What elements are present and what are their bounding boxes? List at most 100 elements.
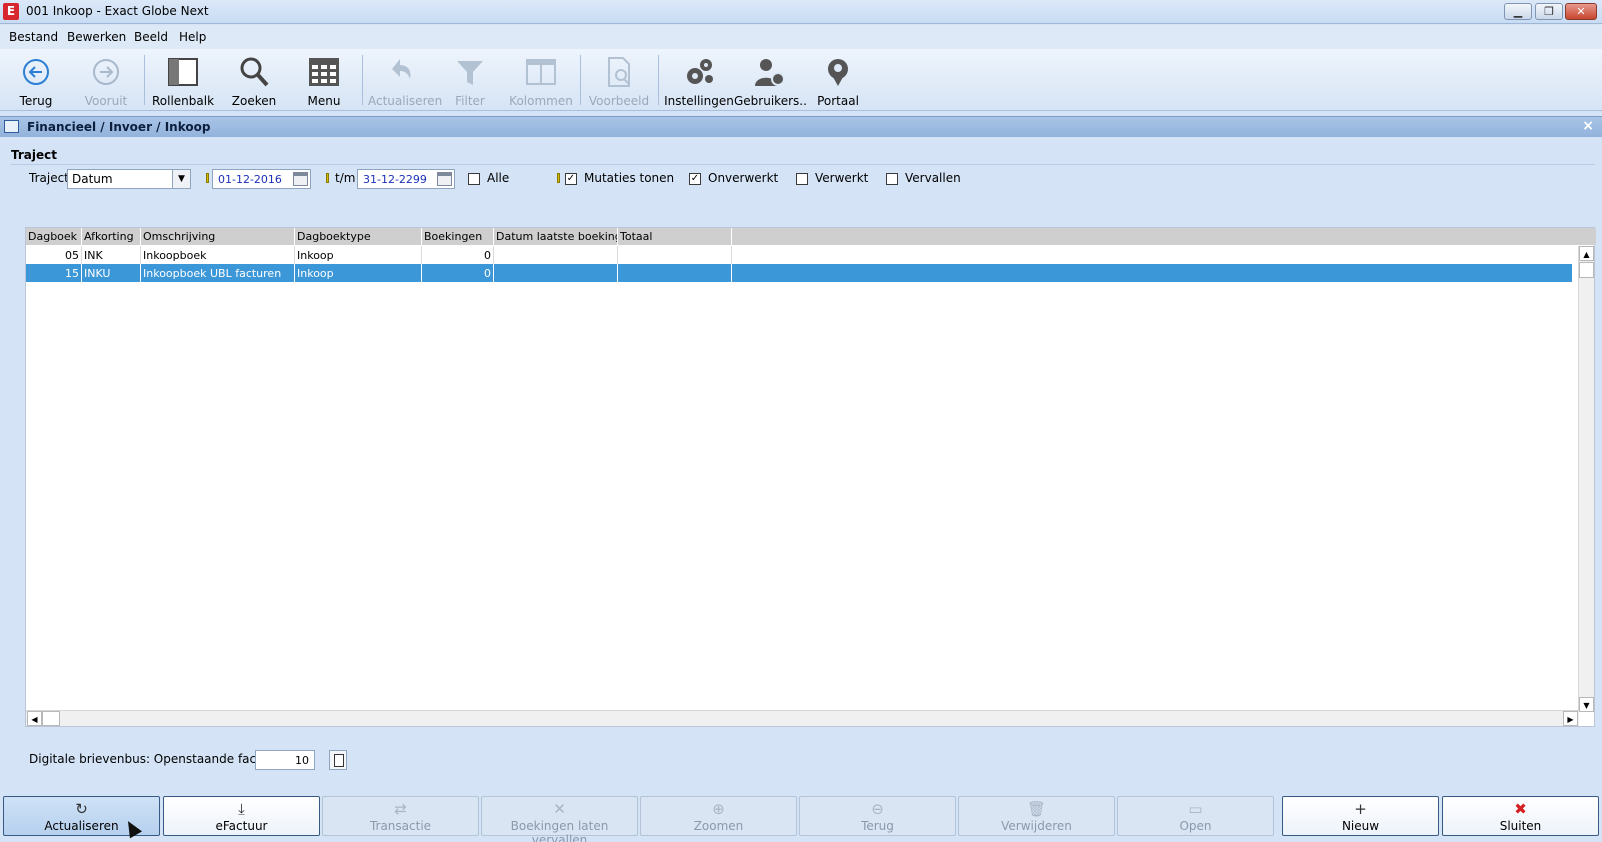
minimize-button[interactable]: ▁: [1504, 3, 1532, 20]
required-marker-icon: [326, 173, 329, 183]
efactuur-button[interactable]: ⤓ eFactuur: [163, 796, 320, 836]
portal-icon: [821, 55, 855, 89]
toolbar: Terug Vooruit Rollenbalk Zoeken Menu Act…: [0, 49, 1602, 111]
refresh-icon: ↻: [75, 800, 88, 818]
toolbar-rollenbalk-label: Rollenbalk: [151, 94, 215, 108]
scroll-thumb[interactable]: [1579, 262, 1594, 278]
scroll-left-icon[interactable]: ◀: [27, 711, 42, 726]
terug-button[interactable]: ⊖ Terug: [799, 796, 956, 836]
onverwerkt-checkbox[interactable]: ✓: [689, 173, 701, 185]
table-row[interactable]: 05 INK Inkoopboek Inkoop 0: [26, 246, 1572, 264]
window-title: 001 Inkoop - Exact Globe Next: [26, 4, 209, 18]
cell-afkorting: INKU: [82, 264, 141, 282]
column-header-dagboektype[interactable]: Dagboektype: [295, 228, 422, 245]
toolbar-vooruit-button[interactable]: Vooruit: [78, 53, 134, 109]
search-icon: [237, 55, 271, 89]
toolbar-instellingen-label: Instellingen: [664, 94, 734, 108]
toolbar-kolommen-button[interactable]: Kolommen: [508, 53, 574, 109]
transactie-label: Transactie: [369, 819, 432, 833]
document-icon[interactable]: [329, 750, 347, 770]
restore-button[interactable]: ❐: [1535, 3, 1563, 20]
required-marker-icon: [557, 173, 560, 183]
open-button[interactable]: ▭ Open: [1117, 796, 1274, 836]
filter-icon: [453, 55, 487, 89]
trash-icon: 🗑: [1026, 800, 1047, 818]
columns-icon: [524, 55, 558, 89]
toolbar-terug-button[interactable]: Terug: [8, 53, 64, 109]
date-from-field[interactable]: 01-12-2016: [212, 169, 311, 189]
section-title-traject: Traject: [11, 148, 57, 162]
brievenbus-label: Digitale brievenbus: Openstaande facture…: [29, 752, 289, 766]
handshake-icon: ⇄: [394, 800, 407, 818]
column-header-datum-laatste-boeking[interactable]: Datum laatste boeking: [494, 228, 618, 245]
chevron-down-icon[interactable]: ▼: [172, 170, 190, 188]
tm-label: t/m: [335, 171, 356, 185]
date-to-field[interactable]: 31-12-2299: [357, 169, 455, 189]
scroll-up-icon[interactable]: ▲: [1579, 246, 1594, 261]
toolbar-voorbeeld-button[interactable]: Voorbeeld: [586, 53, 652, 109]
zoomen-button[interactable]: ⊕ Zoomen: [640, 796, 797, 836]
exact-logo-icon: E: [3, 3, 19, 20]
alle-label: Alle: [487, 171, 510, 185]
vervallen-checkbox[interactable]: [886, 173, 898, 185]
toolbar-rollenbalk-button[interactable]: Rollenbalk: [150, 53, 216, 109]
close-window-button[interactable]: ✕: [1565, 3, 1597, 20]
traject-select[interactable]: Datum ▼: [67, 169, 191, 189]
folder-icon: ▭: [1188, 800, 1203, 818]
traject-label: Traject: [29, 171, 69, 185]
date-from-value: 01-12-2016: [218, 173, 282, 186]
verwijderen-button[interactable]: 🗑 Verwijderen: [958, 796, 1115, 836]
cell-totaal: [618, 264, 732, 282]
calendar-icon[interactable]: [437, 172, 452, 186]
column-header-boekingen[interactable]: Boekingen: [422, 228, 494, 245]
toolbar-actualiseren-button[interactable]: Actualiseren: [368, 53, 442, 109]
cell-dagboek: 05: [26, 246, 82, 264]
action-bar: ↻ Actualiseren ⤓ eFactuur ⇄ Transactie ✕…: [0, 794, 1602, 842]
scroll-right-icon[interactable]: ▶: [1563, 711, 1578, 726]
alle-checkbox[interactable]: [468, 173, 480, 185]
vervallen-label: Vervallen: [905, 171, 961, 185]
grid-header: Dagboek Afkorting Omschrijving Dagboekty…: [26, 228, 1596, 245]
journal-grid: Dagboek Afkorting Omschrijving Dagboekty…: [25, 227, 1596, 727]
toolbar-gebruikers-button[interactable]: Gebruikers..: [734, 53, 807, 109]
forward-arrow-icon: [89, 55, 123, 89]
toolbar-zoeken-label: Zoeken: [231, 94, 277, 108]
column-header-totaal[interactable]: Totaal: [618, 228, 732, 245]
toolbar-filter-button[interactable]: Filter: [442, 53, 498, 109]
menu-beeld[interactable]: Beeld: [134, 30, 168, 44]
horizontal-scrollbar[interactable]: ◀ ▶: [26, 710, 1579, 726]
sluiten-button[interactable]: ✖ Sluiten: [1442, 796, 1599, 836]
menu-help[interactable]: Help: [179, 30, 206, 44]
hscroll-thumb[interactable]: [42, 711, 60, 726]
column-header-afkorting[interactable]: Afkorting: [82, 228, 141, 245]
openstaande-facturen-field[interactable]: 10: [255, 750, 315, 770]
nieuw-button[interactable]: + Nieuw: [1282, 796, 1439, 836]
document-close-icon[interactable]: ×: [1582, 118, 1594, 134]
column-header-omschrijving[interactable]: Omschrijving: [141, 228, 295, 245]
menu-bestand[interactable]: Bestand: [9, 30, 58, 44]
toolbar-portaal-label: Portaal: [817, 94, 859, 108]
cell-datum-laatste-boeking: [494, 246, 618, 264]
toolbar-zoeken-button[interactable]: Zoeken: [226, 53, 282, 109]
table-row-selected[interactable]: 15 INKU Inkoopboek UBL facturen Inkoop 0: [26, 264, 1572, 282]
toolbar-vooruit-label: Vooruit: [84, 94, 128, 108]
date-to-value: 31-12-2299: [363, 173, 427, 186]
content-pane: Traject Traject Datum ▼ 01-12-2016 t/m 3…: [0, 138, 1602, 794]
toolbar-instellingen-button[interactable]: Instellingen: [664, 53, 734, 109]
verwerkt-checkbox[interactable]: [796, 173, 808, 185]
toolbar-gebruikers-label: Gebruikers..: [734, 94, 807, 108]
scroll-down-icon[interactable]: ▼: [1579, 697, 1594, 712]
required-marker-icon: [206, 173, 209, 183]
zoom-icon: ⊕: [712, 800, 725, 818]
calendar-icon[interactable]: [293, 172, 308, 186]
cell-totaal: [618, 246, 732, 264]
verwerkt-label: Verwerkt: [815, 171, 869, 185]
toolbar-menu-button[interactable]: Menu: [296, 53, 352, 109]
toolbar-portaal-button[interactable]: Portaal: [808, 53, 868, 109]
vertical-scrollbar[interactable]: ▲ ▼: [1578, 246, 1594, 712]
transactie-button[interactable]: ⇄ Transactie: [322, 796, 479, 836]
mutaties-tonen-checkbox[interactable]: ✓: [565, 173, 577, 185]
column-header-dagboek[interactable]: Dagboek: [26, 228, 82, 245]
menu-bewerken[interactable]: Bewerken: [67, 30, 126, 44]
boekingen-laten-vervallen-button[interactable]: ✕ Boekingen laten vervallen: [481, 796, 638, 842]
